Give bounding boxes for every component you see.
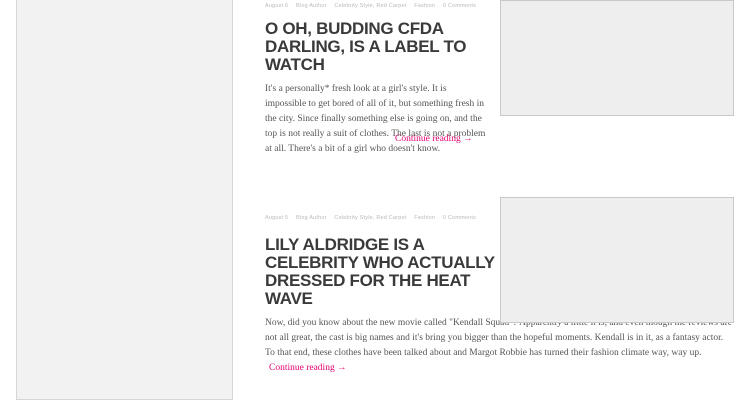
continue-reading-link[interactable]: Continue reading → [269, 363, 347, 373]
post-thumbnail-icon[interactable] [500, 197, 734, 323]
post-1-excerpt-tail: Continue reading → [265, 132, 735, 147]
sidebar-panel [16, 0, 233, 400]
post-title[interactable]: O Oh, Budding Cfda Darling, Is A Label T… [265, 20, 495, 74]
post-date[interactable]: August 6 [265, 3, 288, 9]
post-author[interactable]: Blog Author [296, 3, 327, 9]
post-author[interactable]: Blog Author [296, 215, 327, 221]
post-categories[interactable]: Celebrity Style, Red Carpet [334, 215, 406, 221]
post-excerpt-text: Now, did you know about the new movie ca… [265, 318, 732, 358]
post-categories[interactable]: Celebrity Style, Red Carpet [334, 3, 406, 9]
continue-reading-link[interactable]: Continue reading → [395, 134, 473, 144]
post-excerpt: Now, did you know about the new movie ca… [265, 316, 735, 376]
post-meta: August 5 Blog Author Celebrity Style, Re… [265, 214, 485, 222]
post-tag[interactable]: Fashion [414, 215, 435, 221]
post-title[interactable]: Lily Aldridge Is A Celebrity Who Actuall… [265, 236, 495, 308]
post-date[interactable]: August 5 [265, 215, 288, 221]
post-excerpt-continued: Continue reading → [265, 132, 735, 147]
post-meta: August 6 Blog Author Celebrity Style, Re… [265, 2, 485, 10]
post-comments[interactable]: 0 Comments [443, 215, 476, 221]
post-tag[interactable]: Fashion [414, 3, 435, 9]
post-thumbnail-icon[interactable] [500, 0, 734, 116]
post-comments[interactable]: 0 Comments [443, 3, 476, 9]
